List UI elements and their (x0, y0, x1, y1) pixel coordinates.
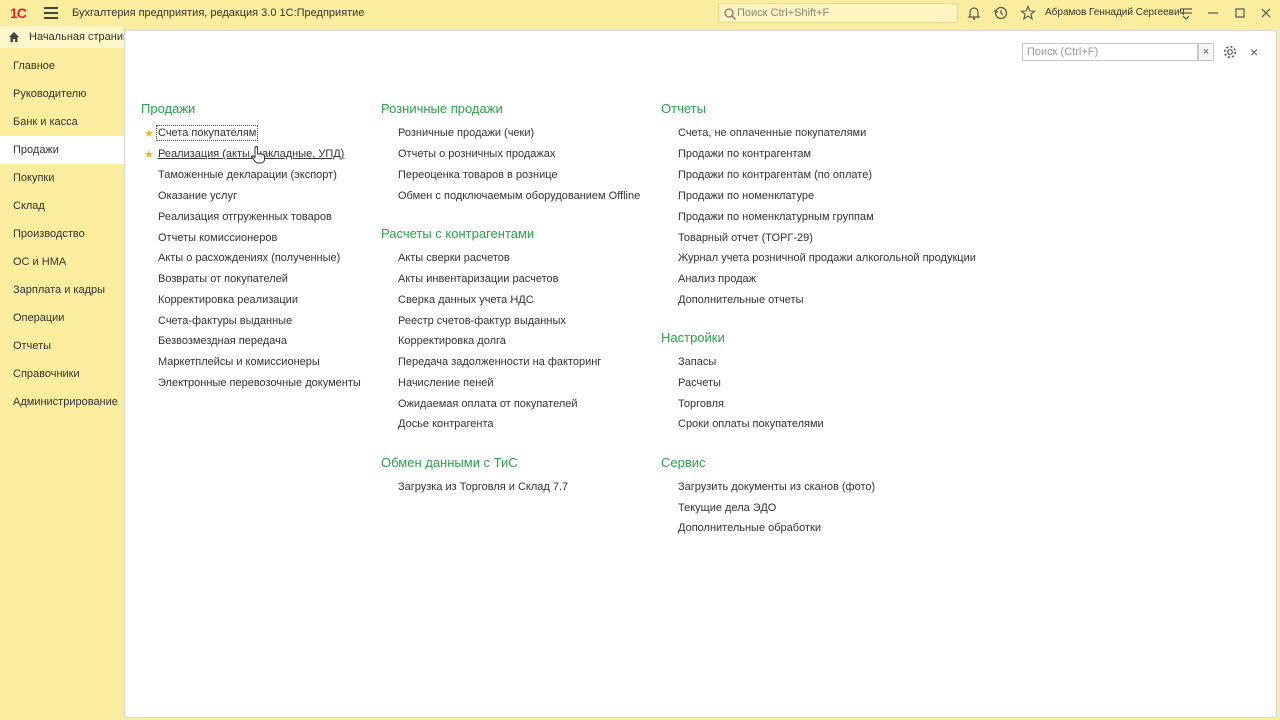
home-icon (9, 32, 19, 42)
link-zapasy[interactable]: Запасы (678, 356, 716, 368)
section-title-prodazhi: Продажи (141, 101, 196, 116)
link-zhurnal-alkogol[interactable]: Журнал учета розничной продажи алкогольн… (678, 252, 976, 264)
link-zagruzka-tis[interactable]: Загрузка из Торговля и Склад 7.7 (398, 481, 568, 493)
link-otchety-komissionerov[interactable]: Отчеты комиссионеров (158, 232, 277, 244)
link-raschety[interactable]: Расчеты (678, 377, 721, 389)
sidebar-item-glavnoe[interactable]: Главное (0, 52, 124, 80)
section-title-otchety: Отчеты (661, 101, 706, 116)
link-akty-sverki[interactable]: Акты сверки расчетов (398, 252, 510, 264)
search-icon (724, 8, 736, 20)
link-obmen-offline[interactable]: Обмен с подключаемым оборудованием Offli… (398, 190, 640, 202)
sidebar-item-pokupki[interactable]: Покупки (0, 164, 124, 192)
section-title-nastroiki: Настройки (661, 330, 725, 345)
link-okazanie-uslug[interactable]: Оказание услуг (158, 190, 237, 202)
link-korrektirovka-dolga[interactable]: Корректировка долга (398, 335, 506, 347)
minimize-icon[interactable] (1205, 5, 1221, 21)
link-zagruzit-skany[interactable]: Загрузить документы из сканов (фото) (678, 481, 875, 493)
link-sroki-oplaty[interactable]: Сроки оплаты покупателями (678, 418, 824, 430)
link-prodazhi-kontragenty-oplata[interactable]: Продажи по контрагентам (по оплате) (678, 169, 872, 181)
section-title-servis: Сервис (661, 455, 706, 470)
link-faktoring[interactable]: Передача задолженности на факторинг (398, 356, 601, 368)
link-torg-29[interactable]: Товарный отчет (ТОРГ-29) (678, 232, 813, 244)
link-korrektirovka-realizacii[interactable]: Корректировка реализации (158, 294, 298, 306)
user-name[interactable]: Абрамов Геннадий Сергеевич (1045, 7, 1185, 18)
close-icon[interactable] (1258, 5, 1274, 21)
hand-cursor-icon (251, 146, 265, 164)
link-realizaciya-otgruzhennyh[interactable]: Реализация отгруженных товаров (158, 211, 332, 223)
more-icon[interactable] (1178, 5, 1194, 21)
global-search-placeholder: Поиск Ctrl+Shift+F (737, 7, 830, 19)
link-dop-otchety[interactable]: Дополнительные отчеты (678, 294, 803, 306)
link-scheta-faktury[interactable]: Счета-фактуры выданные (158, 315, 292, 327)
app-logo: 1С (10, 5, 27, 21)
tab-home[interactable]: Начальная страница (0, 26, 125, 48)
link-tekushchie-dela-edo[interactable]: Текущие дела ЭДО (678, 502, 776, 514)
sidebar-item-otchety[interactable]: Отчеты (0, 332, 124, 360)
link-akty-o-rashozhdeniyah[interactable]: Акты о расхождениях (полученные) (158, 252, 340, 264)
link-analiz-prodazh[interactable]: Анализ продаж (678, 273, 756, 285)
tab-home-label: Начальная страница (29, 31, 124, 43)
sidebar-item-operacii[interactable]: Операции (0, 304, 124, 332)
gear-icon[interactable] (1222, 44, 1238, 60)
clear-search-button[interactable]: × (1198, 43, 1214, 61)
link-pereocenka[interactable]: Переоценка товаров в рознице (398, 169, 558, 181)
link-sverka-nds[interactable]: Сверка данных учета НДС (398, 294, 534, 306)
link-otchety-roznica[interactable]: Отчеты о розничных продажах (398, 148, 555, 160)
sidebar-item-rukovoditelyu[interactable]: Руководителю (0, 80, 124, 108)
link-marketpleisy[interactable]: Маркетплейсы и комиссионеры (158, 356, 320, 368)
link-prodazhi-kontragenty[interactable]: Продажи по контрагентам (678, 148, 811, 160)
maximize-icon[interactable] (1232, 5, 1248, 21)
sidebar-item-administrirovanie[interactable]: Администрирование (0, 388, 124, 416)
sidebar-item-os-nma[interactable]: ОС и НМА (0, 248, 124, 276)
link-perevozochnye[interactable]: Электронные перевозочные документы (158, 377, 361, 389)
section-title-raschety: Расчеты с контрагентами (381, 226, 535, 241)
panel-close-button[interactable]: × (1250, 44, 1258, 60)
sidebar-item-sklad[interactable]: Склад (0, 192, 124, 220)
sidebar-item-zarplata[interactable]: Зарплата и кадры (0, 276, 124, 304)
link-vozvraty[interactable]: Возвраты от покупателей (158, 273, 288, 285)
link-nachislenie-penei[interactable]: Начисление пеней (398, 377, 494, 389)
link-prodazhi-gruppy[interactable]: Продажи по номенклатурным группам (678, 211, 874, 223)
menu-icon[interactable] (44, 7, 58, 19)
link-scheta-pokupatelyam[interactable]: Счета покупателям (155, 125, 259, 141)
link-reestr-schetov[interactable]: Реестр счетов-фактур выданных (398, 315, 566, 327)
favorite-star-icon[interactable]: ★ (144, 127, 154, 140)
link-dop-obrabotki[interactable]: Дополнительные обработки (678, 522, 821, 534)
star-icon[interactable] (1020, 5, 1036, 21)
global-search-input[interactable]: Поиск Ctrl+Shift+F (718, 3, 958, 23)
sidebar-item-proizvodstvo[interactable]: Производство (0, 220, 124, 248)
section-title-obmen: Обмен данными с ТиС (381, 455, 518, 470)
link-akty-inventarizacii[interactable]: Акты инвентаризации расчетов (398, 273, 558, 285)
favorite-star-icon[interactable]: ★ (144, 148, 154, 161)
sidebar-item-prodazhi[interactable]: Продажи (0, 136, 124, 164)
bell-icon[interactable] (966, 5, 982, 21)
app-title: Бухгалтерия предприятия, редакция 3.0 1С… (72, 7, 365, 19)
sidebar-item-spravochniki[interactable]: Справочники (0, 360, 124, 388)
section-title-roznica: Розничные продажи (381, 101, 503, 116)
link-scheta-neoplachennye[interactable]: Счета, не оплаченные покупателями (678, 127, 866, 139)
link-prodazhi-nomenklatura[interactable]: Продажи по номенклатуре (678, 190, 814, 202)
panel-search-placeholder: Поиск (Ctrl+F) (1027, 46, 1099, 58)
link-bezvozmezdnaya[interactable]: Безвозмездная передача (158, 335, 287, 347)
link-ozhidaemaya-oplata[interactable]: Ожидаемая оплата от покупателей (398, 398, 578, 410)
panel-search-input[interactable]: Поиск (Ctrl+F) (1022, 43, 1198, 61)
link-roznichnye-cheki[interactable]: Розничные продажи (чеки) (398, 127, 534, 139)
history-icon[interactable] (993, 5, 1009, 21)
link-tamozhennye-deklaracii[interactable]: Таможенные декларации (экспорт) (158, 169, 337, 181)
sidebar-item-bank[interactable]: Банк и касса (0, 108, 124, 136)
link-dosie[interactable]: Досье контрагента (398, 418, 494, 430)
link-torgovlya[interactable]: Торговля (678, 398, 724, 410)
